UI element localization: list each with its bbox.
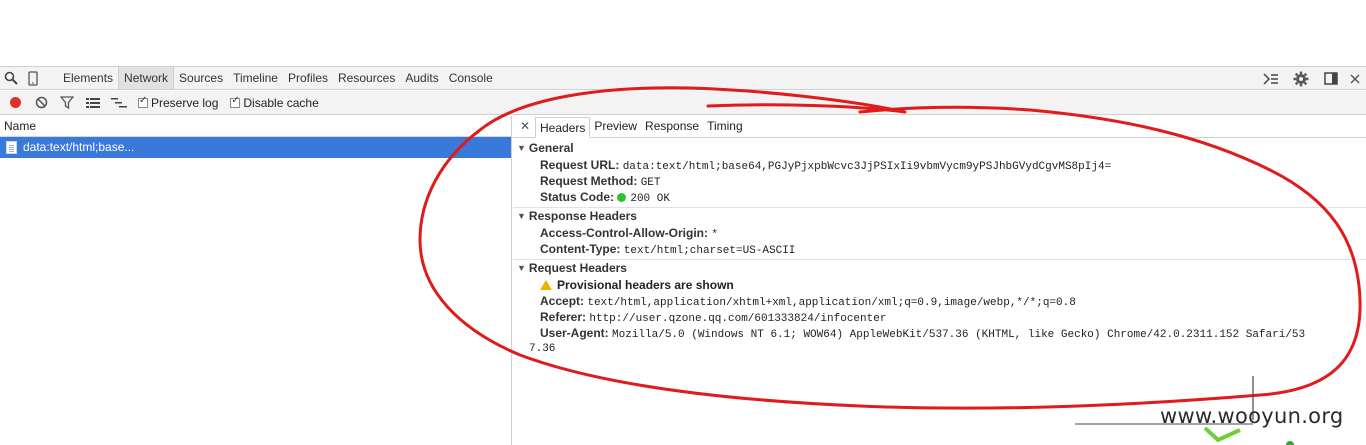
provisional-warning: Provisional headers are shown (513, 277, 1366, 293)
header-key: Content-Type: (540, 242, 621, 256)
section-title-text: Request Headers (528, 261, 627, 275)
checkbox-box[interactable] (138, 95, 148, 108)
gear-icon[interactable] (1290, 68, 1312, 90)
tab-timeline[interactable]: Timeline (228, 67, 283, 89)
close-detail-icon[interactable]: ✕ (515, 116, 535, 137)
tab-timing[interactable]: Timing (703, 116, 747, 137)
request-headers-section: ▼ Request Headers Provisional headers ar… (513, 260, 1366, 357)
filter-icon[interactable] (56, 92, 78, 114)
warning-text: Provisional headers are shown (557, 278, 734, 292)
name-column-header[interactable]: Name (0, 116, 511, 137)
header-value: * (711, 229, 718, 241)
clear-icon[interactable] (30, 92, 52, 114)
status-code-row: Status Code: 200 OK (513, 189, 1366, 205)
section-title-text: Response Headers (528, 209, 637, 223)
tab-console[interactable]: Console (444, 67, 498, 89)
user-agent-row: User-Agent: Mozilla/5.0 (Windows NT 6.1;… (513, 325, 1366, 341)
expand-triangle-icon: ▼ (517, 263, 526, 273)
expand-triangle-icon: ▼ (517, 143, 526, 153)
general-section-title[interactable]: ▼ General (513, 140, 1366, 157)
toolbar-right-group (1260, 67, 1366, 90)
request-detail-pane: ✕ Headers Preview Response Timing ▼ Gene… (513, 116, 1366, 445)
watermark: www.wooyun.org (1160, 404, 1344, 428)
preserve-log-label: Preserve log (151, 95, 219, 110)
referer-row: Referer: http://user.qzone.qq.com/601333… (513, 309, 1366, 325)
close-icon[interactable] (1344, 68, 1366, 90)
header-value: GET (640, 177, 661, 189)
preserve-log-checkbox[interactable]: Preserve log (138, 95, 219, 110)
tab-headers[interactable]: Headers (535, 117, 591, 138)
expand-triangle-icon: ▼ (517, 211, 526, 221)
request-method-row: Request Method: GET (513, 173, 1366, 189)
user-agent-continuation: 7.36 (529, 343, 556, 355)
header-value: 200 OK (630, 193, 670, 205)
header-key: Request URL: (540, 158, 620, 172)
header-value: data:text/html;base64,PGJyPjxpbWcvc3JjPS… (622, 161, 1112, 173)
detail-tabs: ✕ Headers Preview Response Timing (513, 116, 1366, 138)
dock-side-icon[interactable] (1320, 68, 1342, 90)
checkbox-box[interactable] (230, 95, 241, 108)
header-value: text/html,application/xhtml+xml,applicat… (587, 297, 1076, 309)
status-ok-icon (617, 193, 627, 202)
disable-cache-checkbox[interactable]: Disable cache (230, 95, 319, 110)
devtools-main-toolbar: Elements Network Sources Timeline Profil… (0, 67, 1366, 90)
overview-icon[interactable] (108, 92, 130, 114)
header-key: User-Agent: (540, 326, 609, 340)
network-toolbar: Preserve log Disable cache (0, 91, 1366, 115)
acao-row: Access-Control-Allow-Origin: * (513, 225, 1366, 241)
list-view-icon[interactable] (82, 92, 104, 114)
disable-cache-label: Disable cache (243, 95, 319, 110)
request-name: data:text/html;base... (23, 140, 135, 154)
drawer-toggle-icon[interactable] (1260, 68, 1282, 90)
header-key: Access-Control-Allow-Origin: (540, 226, 709, 240)
tab-elements[interactable]: Elements (58, 67, 118, 89)
warning-icon (540, 280, 552, 290)
content-type-row: Content-Type: text/html;charset=US-ASCII (513, 241, 1366, 257)
header-value: Mozilla/5.0 (Windows NT 6.1; WOW64) Appl… (612, 329, 1306, 341)
record-icon[interactable] (4, 92, 26, 114)
tab-sources[interactable]: Sources (174, 67, 228, 89)
accept-row: Accept: text/html,application/xhtml+xml,… (513, 293, 1366, 309)
request-list-pane: Name data:text/html;base... (0, 116, 512, 445)
header-key: Accept: (540, 294, 585, 308)
devtools-panel: Elements Network Sources Timeline Profil… (0, 66, 1366, 445)
header-key: Status Code: (540, 190, 615, 204)
document-icon (6, 141, 17, 154)
tab-audits[interactable]: Audits (400, 67, 443, 89)
header-key: Referer: (540, 310, 587, 324)
header-key: Request Method: (540, 174, 638, 188)
request-url-row: Request URL: data:text/html;base64,PGJyP… (513, 157, 1366, 173)
general-section: ▼ General Request URL: data:text/html;ba… (513, 140, 1366, 208)
request-headers-title[interactable]: ▼ Request Headers (513, 260, 1366, 277)
header-value: http://user.qzone.qq.com/601333824/infoc… (589, 313, 887, 325)
response-headers-section: ▼ Response Headers Access-Control-Allow-… (513, 208, 1366, 260)
tab-preview[interactable]: Preview (590, 116, 641, 137)
tab-network[interactable]: Network (118, 67, 175, 89)
tab-response[interactable]: Response (641, 116, 703, 137)
device-mode-icon[interactable] (22, 67, 44, 89)
response-headers-title[interactable]: ▼ Response Headers (513, 208, 1366, 225)
header-value: text/html;charset=US-ASCII (623, 245, 796, 257)
request-row[interactable]: data:text/html;base... (0, 137, 511, 158)
tab-resources[interactable]: Resources (333, 67, 400, 89)
inspect-search-icon[interactable] (0, 67, 22, 89)
browser-page-area (0, 0, 1366, 66)
section-title-text: General (528, 141, 574, 155)
tab-profiles[interactable]: Profiles (283, 67, 333, 89)
